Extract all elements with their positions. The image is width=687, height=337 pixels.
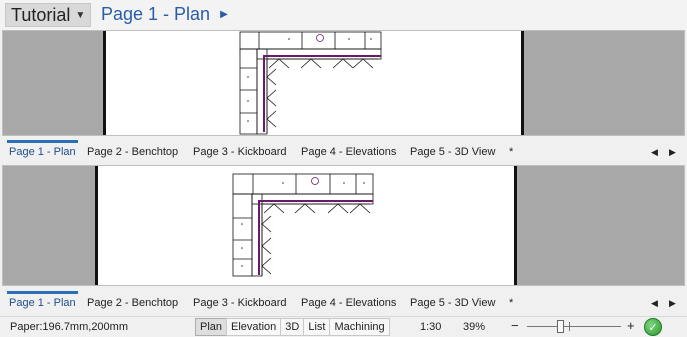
page-title: Page 1 - Plan (101, 4, 211, 24)
view-3d-button[interactable]: 3D (280, 318, 305, 336)
sink-icon (311, 177, 319, 185)
tab-new-page[interactable]: * (509, 146, 513, 158)
tab-page-4-elevations[interactable]: Page 4 - Elevations (301, 146, 396, 158)
zoom-slider-track[interactable] (527, 326, 621, 327)
view-list-button[interactable]: List (303, 318, 331, 336)
benchtop-edge (258, 200, 373, 275)
tab-next-icon[interactable]: ▶ (669, 298, 676, 309)
lower-view-pane[interactable] (2, 165, 685, 286)
zoom-in-button[interactable]: + (627, 318, 635, 333)
tab-page-1-plan[interactable]: Page 1 - Plan (7, 140, 78, 158)
zoom-readout: 39% (463, 321, 486, 333)
tab-page-5-3d-view[interactable]: Page 5 - 3D View (410, 297, 495, 309)
paper-size-readout: Paper:196.7mm,200mm (10, 321, 128, 333)
upper-page-tabs: Page 1 - Plan Page 2 - Benchtop Page 3 -… (2, 140, 685, 164)
tab-page-4-elevations[interactable]: Page 4 - Elevations (301, 297, 396, 309)
tab-page-2-benchtop[interactable]: Page 2 - Benchtop (87, 297, 178, 309)
check-ok-icon[interactable]: ✓ (644, 318, 662, 336)
dropdown-caret-icon: ▼ (75, 9, 86, 21)
status-bar: Paper:196.7mm,200mm Plan Elevation 3D Li… (0, 316, 687, 337)
kitchen-plan (232, 173, 374, 277)
plan-drawing (239, 31, 382, 135)
benchtop-edge (263, 55, 381, 132)
zoom-slider-thumb[interactable] (556, 320, 564, 333)
view-elevation-button[interactable]: Elevation (226, 318, 282, 336)
tab-next-icon[interactable]: ▶ (669, 147, 676, 158)
project-dropdown[interactable]: Tutorial ▼ (5, 3, 92, 27)
plan-drawing (232, 173, 374, 277)
tab-new-page[interactable]: * (509, 297, 513, 309)
tab-page-3-kickboard[interactable]: Page 3 - Kickboard (193, 146, 287, 158)
page-title-selector[interactable]: Page 1 - Plan ▶ (101, 4, 228, 25)
tab-page-3-kickboard[interactable]: Page 3 - Kickboard (193, 297, 287, 309)
view-plan-button[interactable]: Plan (195, 318, 228, 336)
view-mode-buttons: Plan Elevation 3D List Machining (195, 318, 390, 336)
paper-sheet (95, 166, 517, 285)
tab-page-5-3d-view[interactable]: Page 5 - 3D View (410, 146, 495, 158)
cabinet-markers (247, 38, 372, 122)
paper-sheet (103, 31, 524, 135)
upper-view-pane[interactable] (2, 30, 685, 136)
sink-icon (316, 34, 324, 42)
view-machining-button[interactable]: Machining (329, 318, 390, 336)
zoom-slider-center-tick (569, 322, 570, 331)
scale-readout[interactable]: 1:30 (420, 321, 441, 333)
zoom-out-button[interactable]: − (511, 318, 519, 333)
page-arrow-icon: ▶ (220, 9, 228, 20)
tab-prev-icon[interactable]: ◀ (651, 298, 658, 309)
tab-page-1-plan[interactable]: Page 1 - Plan (7, 291, 78, 309)
tab-page-2-benchtop[interactable]: Page 2 - Benchtop (87, 146, 178, 158)
title-bar: Tutorial ▼ Page 1 - Plan ▶ (0, 0, 687, 30)
lower-page-tabs: Page 1 - Plan Page 2 - Benchtop Page 3 -… (2, 291, 685, 315)
project-name: Tutorial (11, 4, 71, 25)
tab-prev-icon[interactable]: ◀ (651, 147, 658, 158)
kitchen-plan (239, 31, 382, 135)
